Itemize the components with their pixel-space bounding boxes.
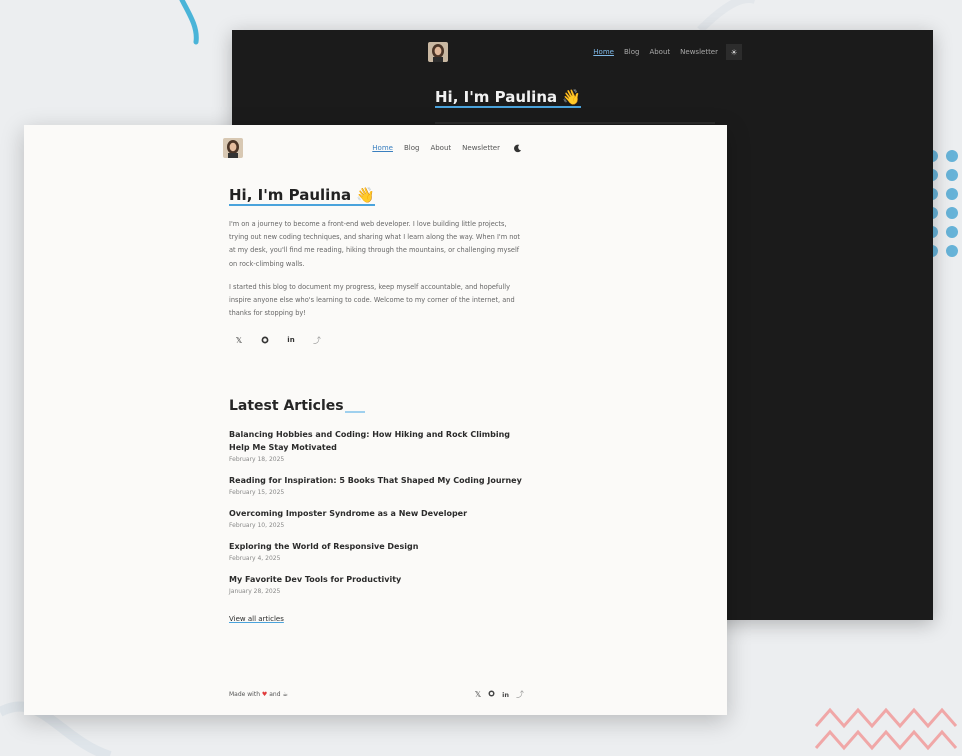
frontend-mentor-icon[interactable]: ⤴ bbox=[516, 689, 524, 700]
dark-hero-title: Hi, I'm Paulina 👋 bbox=[435, 88, 582, 108]
article-title[interactable]: Exploring the World of Responsive Design bbox=[229, 540, 524, 553]
github-icon[interactable] bbox=[255, 330, 275, 350]
article-date: February 18, 2025 bbox=[229, 456, 285, 464]
dark-text-placeholder bbox=[435, 122, 715, 124]
heart-icon: ♥ bbox=[261, 691, 268, 698]
article-title[interactable]: Overcoming Imposter Syndrome as a New De… bbox=[229, 507, 524, 520]
frontend-mentor-icon[interactable]: ⤴ bbox=[307, 330, 327, 350]
x-icon[interactable]: 𝕏 bbox=[229, 330, 249, 350]
x-icon[interactable]: 𝕏 bbox=[475, 690, 481, 699]
article-title[interactable]: My Favorite Dev Tools for Productivity bbox=[229, 573, 524, 586]
made-with-and: and bbox=[269, 691, 281, 698]
decorative-zigzag bbox=[814, 707, 958, 751]
article-date: February 4, 2025 bbox=[229, 555, 281, 563]
sun-icon[interactable]: ☀ bbox=[726, 44, 742, 60]
social-links: 𝕏 in ⤴ bbox=[229, 330, 524, 350]
nav-item-about[interactable]: About bbox=[430, 144, 451, 152]
view-all-articles-link[interactable]: View all articles bbox=[229, 615, 284, 623]
dark-nav-bar: Home Blog About Newsletter ☀ bbox=[428, 40, 742, 64]
linkedin-icon[interactable]: in bbox=[281, 330, 301, 350]
footer-made-with: Made with ♥ and ☕ bbox=[229, 691, 288, 698]
intro-paragraph-2: I started this blog to document my progr… bbox=[229, 282, 515, 318]
moon-icon[interactable] bbox=[511, 142, 523, 154]
dark-nav-home[interactable]: Home bbox=[593, 48, 614, 56]
main-content: Hi, I'm Paulina 👋 I'm on a journey to be… bbox=[229, 185, 524, 625]
light-mode-window: Home Blog About Newsletter Hi, I'm Pauli… bbox=[24, 125, 727, 715]
article-list: Balancing Hobbies and Coding: How Hiking… bbox=[229, 428, 524, 595]
list-item[interactable]: Overcoming Imposter Syndrome as a New De… bbox=[229, 507, 524, 529]
article-title[interactable]: Reading for Inspiration: 5 Books That Sh… bbox=[229, 474, 524, 487]
heading-underline bbox=[345, 411, 365, 414]
latest-articles-title: Latest Articles bbox=[229, 398, 344, 415]
nav-bar: Home Blog About Newsletter bbox=[223, 137, 523, 159]
avatar[interactable] bbox=[223, 138, 243, 158]
made-with-label: Made with bbox=[229, 691, 260, 698]
list-item[interactable]: Reading for Inspiration: 5 Books That Sh… bbox=[229, 474, 524, 496]
list-item[interactable]: My Favorite Dev Tools for Productivity J… bbox=[229, 573, 524, 595]
nav-item-home[interactable]: Home bbox=[372, 144, 393, 152]
list-item[interactable]: Exploring the World of Responsive Design… bbox=[229, 540, 524, 562]
footer-social-links: 𝕏 in ⤴ bbox=[475, 689, 524, 700]
github-icon[interactable] bbox=[488, 690, 495, 699]
dark-nav-about[interactable]: About bbox=[649, 48, 670, 56]
linkedin-icon[interactable]: in bbox=[502, 691, 509, 699]
intro-paragraph-1: I'm on a journey to become a front-end w… bbox=[229, 220, 521, 268]
article-date: February 10, 2025 bbox=[229, 522, 285, 530]
nav-item-blog[interactable]: Blog bbox=[404, 144, 419, 152]
dark-avatar[interactable] bbox=[428, 42, 448, 62]
coffee-icon: ☕ bbox=[282, 691, 288, 698]
article-date: February 15, 2025 bbox=[229, 489, 285, 497]
dark-nav-blog[interactable]: Blog bbox=[624, 48, 639, 56]
dark-nav-newsletter[interactable]: Newsletter bbox=[680, 48, 718, 56]
article-date: January 28, 2025 bbox=[229, 588, 281, 596]
list-item[interactable]: Balancing Hobbies and Coding: How Hiking… bbox=[229, 428, 524, 463]
footer: Made with ♥ and ☕ 𝕏 in ⤴ bbox=[229, 689, 524, 700]
nav-item-newsletter[interactable]: Newsletter bbox=[462, 144, 500, 152]
latest-articles-heading: Latest Articles bbox=[229, 398, 524, 414]
article-title[interactable]: Balancing Hobbies and Coding: How Hiking… bbox=[229, 428, 524, 454]
hero-title: Hi, I'm Paulina 👋 bbox=[229, 186, 376, 206]
